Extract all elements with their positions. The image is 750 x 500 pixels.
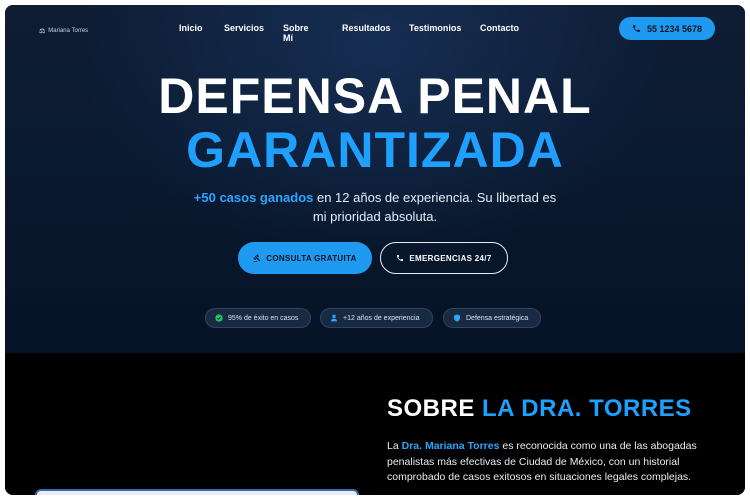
- logo[interactable]: ⚖ Mariana Torres: [39, 27, 88, 35]
- strategy-text: Defensa estratégica: [466, 314, 529, 322]
- phone-button[interactable]: 55 1234 5678: [619, 17, 715, 40]
- about-title-prefix: SOBRE: [387, 395, 483, 422]
- phone-icon: [633, 25, 640, 32]
- shield-icon: [454, 314, 460, 322]
- nav-link-servicios[interactable]: Servicios: [224, 23, 264, 33]
- phone-number: 55 1234 5678: [646, 23, 703, 34]
- profile-image-card: [35, 489, 359, 495]
- strategy-badge: Defensa estratégica: [443, 308, 541, 328]
- free-consultation-label: CONSULTA GRATUITA: [266, 253, 357, 263]
- success-rate-text: 95% de éxito en casos: [228, 314, 299, 322]
- free-consultation-button[interactable]: CONSULTA GRATUITA: [238, 242, 372, 274]
- nav-link-sobre-mi[interactable]: Sobre Mí: [283, 23, 309, 43]
- hero-subtitle: +50 casos ganados en 12 años de experien…: [5, 188, 745, 226]
- subtitle-text-line1: en 12 años de experiencia. Su libertad e…: [313, 190, 557, 205]
- check-circle-icon: [215, 314, 223, 322]
- hero-title-line2: GARANTIZADA: [186, 122, 564, 178]
- about-text: La Dra. Mariana Torres es reconocida com…: [387, 439, 717, 486]
- experience-text: +12 años de experiencia: [343, 314, 420, 322]
- success-rate-badge: 95% de éxito en casos: [205, 308, 311, 328]
- about-title: SOBRE LA DRA. TORRES: [387, 395, 692, 423]
- experience-badge: +12 años de experiencia: [320, 308, 433, 328]
- hero-title-line1: DEFENSA PENAL: [158, 68, 592, 124]
- nav-link-contacto[interactable]: Contacto: [480, 23, 519, 33]
- emergency-label: EMERGENCIAS 24/7: [409, 253, 492, 263]
- logo-text: Mariana Torres: [48, 28, 89, 34]
- about-title-accent: LA DRA. TORRES: [482, 395, 692, 422]
- user-icon: [331, 314, 337, 322]
- page-frame: ⚖ Mariana Torres Inicio Servicios Sobre …: [5, 5, 745, 495]
- nav-link-testimonios[interactable]: Testimonios: [409, 23, 461, 33]
- phone-icon: [397, 255, 404, 261]
- cases-won-highlight: +50 casos ganados: [193, 190, 314, 205]
- hero-section: ⚖ Mariana Torres Inicio Servicios Sobre …: [5, 5, 745, 353]
- subtitle-text-line2: mi prioridad absoluta.: [312, 209, 438, 224]
- scales-icon: ⚖: [39, 28, 46, 35]
- about-section: SOBRE LA DRA. TORRES La Dra. Mariana Tor…: [5, 353, 745, 495]
- nav-link-resultados[interactable]: Resultados: [342, 23, 391, 33]
- about-text-prefix: La: [387, 440, 402, 452]
- emergency-button[interactable]: EMERGENCIAS 24/7: [380, 242, 508, 274]
- lawyer-name: Dra. Mariana Torres: [401, 440, 500, 452]
- nav-link-inicio[interactable]: Inicio: [179, 23, 203, 33]
- gavel-icon: [253, 254, 261, 262]
